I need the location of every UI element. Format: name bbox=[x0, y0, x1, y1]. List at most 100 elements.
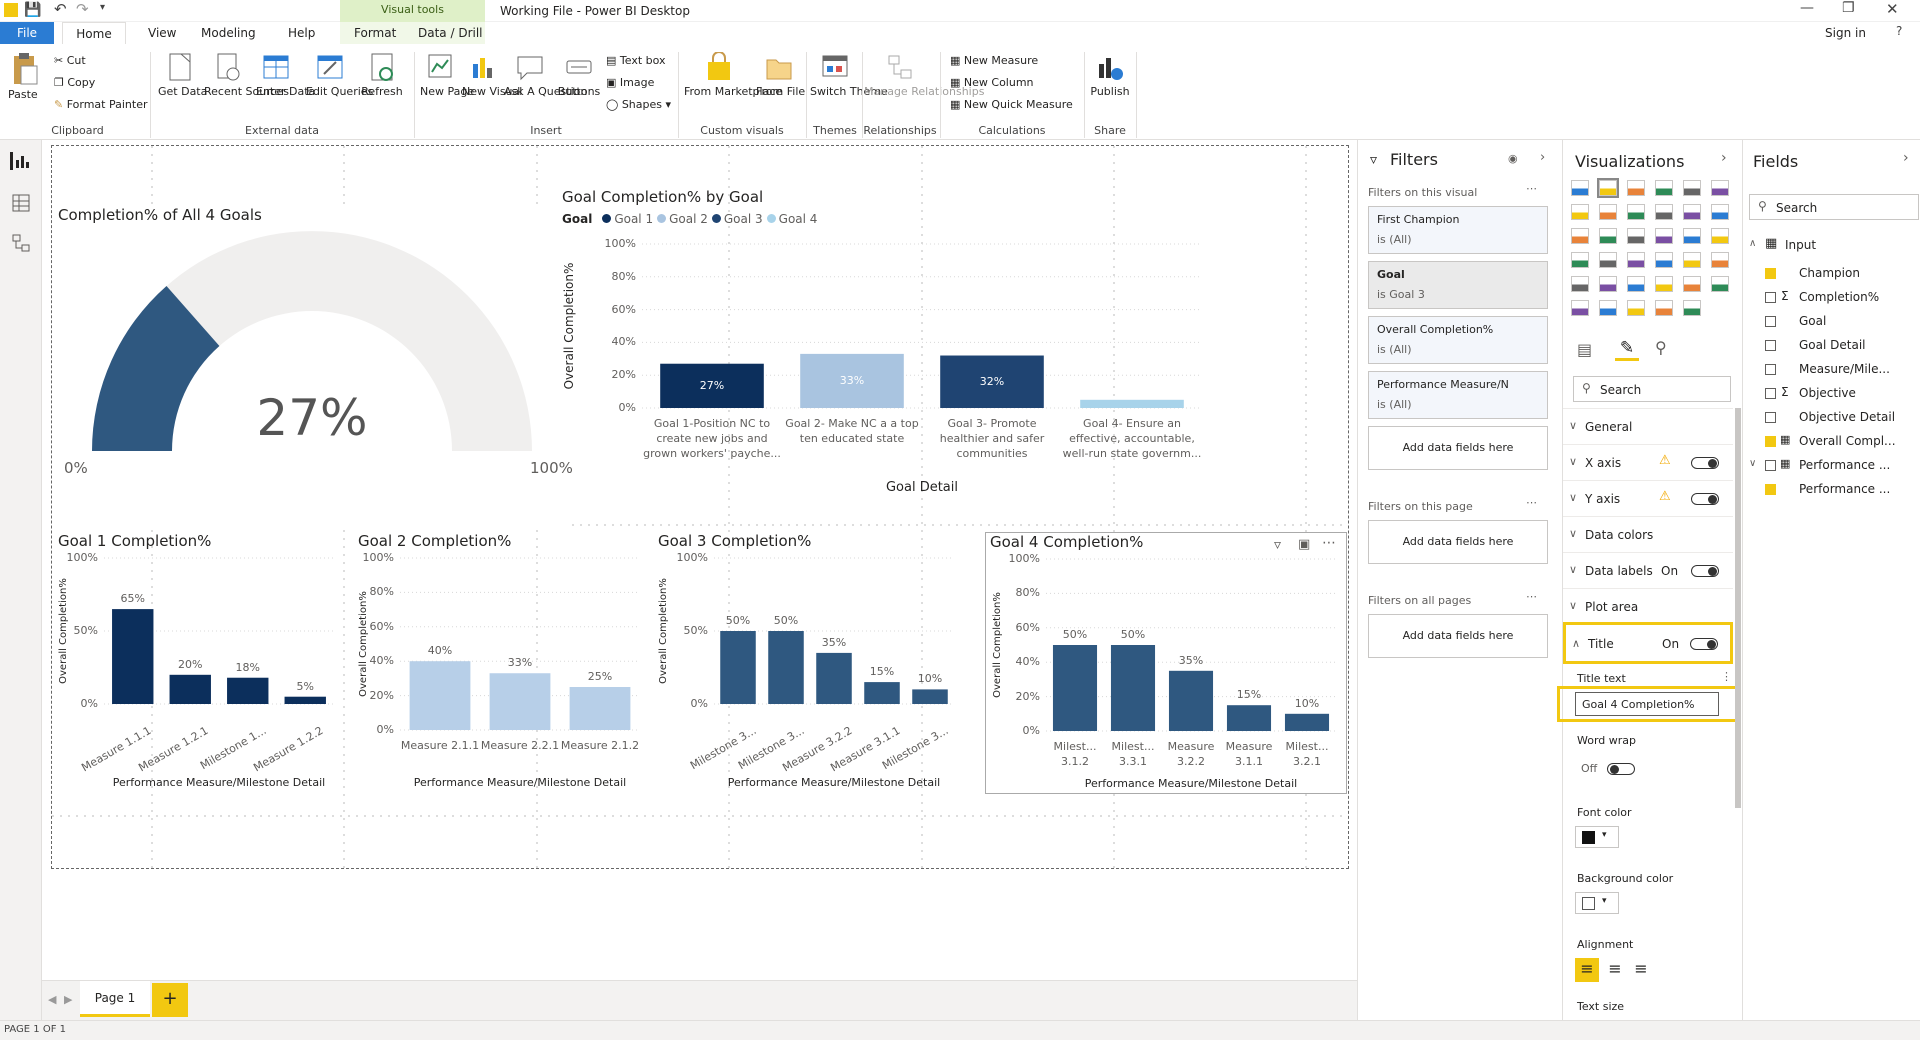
more-options-icon[interactable]: ⋯ bbox=[1526, 496, 1537, 509]
bar[interactable] bbox=[112, 609, 154, 704]
cut-button[interactable]: ✂ Cut bbox=[54, 54, 86, 67]
tab-home[interactable]: Home bbox=[62, 22, 126, 44]
visual-type-icon[interactable] bbox=[1571, 204, 1589, 220]
table-name[interactable]: Input bbox=[1785, 238, 1816, 252]
filter-card[interactable]: Performance Measure/N is (All) bbox=[1368, 371, 1548, 419]
x-axis-section[interactable]: ∨ X axis ⚠ bbox=[1563, 444, 1733, 480]
field-checkbox[interactable] bbox=[1765, 388, 1776, 399]
bar[interactable] bbox=[864, 682, 900, 704]
bar[interactable] bbox=[169, 674, 211, 704]
tab-data-drill[interactable]: Data / Drill bbox=[418, 26, 483, 40]
field-checkbox[interactable] bbox=[1765, 436, 1776, 447]
help-question-icon[interactable]: ? bbox=[1896, 24, 1902, 38]
add-report-filter-drop[interactable]: Add data fields here bbox=[1368, 614, 1548, 658]
field-checkbox[interactable] bbox=[1765, 412, 1776, 423]
ask-question-button[interactable]: Ask A Question bbox=[504, 52, 587, 98]
visual-type-icon[interactable] bbox=[1711, 180, 1729, 196]
add-visual-filter-drop[interactable]: Add data fields here bbox=[1368, 426, 1548, 470]
paint-roller-icon[interactable]: ✎ bbox=[1615, 338, 1639, 361]
data-colors-section[interactable]: ∨ Data colors bbox=[1563, 516, 1733, 552]
refresh-button[interactable]: Refresh bbox=[360, 52, 404, 98]
general-section[interactable]: ∨ General bbox=[1563, 408, 1733, 444]
collapse-filters-icon[interactable]: › bbox=[1540, 150, 1545, 165]
data-view-icon[interactable] bbox=[12, 194, 30, 215]
tab-format[interactable]: Format bbox=[354, 26, 396, 40]
title-toggle[interactable] bbox=[1690, 638, 1718, 650]
get-data-button[interactable]: Get Data bbox=[158, 52, 207, 98]
visual-type-icon[interactable] bbox=[1599, 228, 1617, 244]
visual-type-icon[interactable] bbox=[1627, 180, 1645, 196]
from-marketplace-button[interactable]: From Marketplace bbox=[684, 51, 782, 98]
enter-data-button[interactable]: Enter Data bbox=[256, 52, 315, 98]
field-checkbox[interactable] bbox=[1765, 268, 1776, 279]
report-view-icon[interactable] bbox=[10, 152, 30, 170]
y-axis-section[interactable]: ∨ Y axis ⚠ bbox=[1563, 480, 1733, 516]
align-center-icon[interactable]: ≡ bbox=[1603, 958, 1627, 982]
new-measure-button[interactable]: ▦ New Measure bbox=[950, 54, 1038, 67]
goal-completion-by-goal-chart[interactable]: Goal Completion% by Goal 100% 80% 60% 40% 20%… bbox=[562, 188, 1342, 528]
more-options-icon[interactable]: ⋯ bbox=[1526, 182, 1537, 195]
field-checkbox[interactable] bbox=[1765, 340, 1776, 351]
page-tab[interactable]: Page 1 bbox=[80, 981, 150, 1017]
field-item[interactable]: ▦ Overall Compl... bbox=[1743, 430, 1920, 454]
from-file-button[interactable]: From File bbox=[756, 52, 805, 98]
field-item[interactable]: Goal Detail bbox=[1743, 334, 1920, 358]
field-item[interactable]: Objective Detail bbox=[1743, 406, 1920, 430]
bar[interactable] bbox=[1226, 705, 1272, 731]
field-item[interactable]: ∨ ▦ Performance ... bbox=[1743, 454, 1920, 478]
x-axis-toggle[interactable] bbox=[1691, 457, 1719, 469]
field-checkbox[interactable] bbox=[1765, 316, 1776, 327]
field-checkbox[interactable] bbox=[1765, 292, 1776, 303]
file-tab[interactable]: File bbox=[0, 22, 54, 44]
y-axis-toggle[interactable] bbox=[1691, 493, 1719, 505]
recent-sources-button[interactable]: Recent Sources bbox=[204, 52, 289, 98]
model-view-icon[interactable] bbox=[12, 234, 30, 255]
font-color-picker[interactable]: ▾ bbox=[1575, 826, 1619, 848]
restore-icon[interactable]: ❐ bbox=[1842, 0, 1855, 16]
visual-type-icon[interactable] bbox=[1571, 276, 1589, 292]
visual-type-icon[interactable] bbox=[1627, 276, 1645, 292]
bar[interactable] bbox=[1110, 645, 1156, 731]
bar[interactable] bbox=[227, 677, 269, 704]
shapes-button[interactable]: ◯ Shapes ▾ bbox=[606, 98, 671, 111]
switch-theme-button[interactable]: Switch Theme bbox=[810, 52, 888, 98]
field-item[interactable]: Σ Objective bbox=[1743, 382, 1920, 406]
format-scrollbar[interactable] bbox=[1735, 408, 1741, 808]
visual-type-icon[interactable] bbox=[1599, 252, 1617, 268]
add-page-filter-drop[interactable]: Add data fields here bbox=[1368, 520, 1548, 564]
visual-type-icon[interactable] bbox=[1599, 300, 1617, 316]
add-page-button[interactable]: + bbox=[152, 983, 188, 1017]
tab-help[interactable]: Help bbox=[288, 26, 315, 40]
visual-type-icon[interactable] bbox=[1571, 252, 1589, 268]
visual-type-icon[interactable] bbox=[1655, 276, 1673, 292]
tab-modeling[interactable]: Modeling bbox=[201, 26, 256, 40]
visual-type-icon[interactable] bbox=[1683, 276, 1701, 292]
fields-search-input[interactable]: ⚲ Search bbox=[1749, 194, 1919, 220]
field-item[interactable]: Goal bbox=[1743, 310, 1920, 334]
new-page-button[interactable]: New Page bbox=[420, 52, 474, 98]
collapse-fields-icon[interactable]: › bbox=[1903, 150, 1909, 166]
edit-queries-button[interactable]: Edit Queries bbox=[306, 52, 373, 98]
fields-well-icon[interactable]: ▤ bbox=[1577, 340, 1592, 359]
visual-type-icon[interactable] bbox=[1599, 276, 1617, 292]
visual-type-icon[interactable] bbox=[1711, 204, 1729, 220]
data-labels-section[interactable]: ∨ Data labels On bbox=[1563, 552, 1733, 588]
new-column-button[interactable]: ▦ New Column bbox=[950, 76, 1034, 89]
sign-in-link[interactable]: Sign in bbox=[1825, 26, 1866, 40]
tab-view[interactable]: View bbox=[148, 26, 176, 40]
field-checkbox[interactable] bbox=[1765, 364, 1776, 375]
word-wrap-toggle[interactable] bbox=[1607, 763, 1635, 775]
visual-type-icon[interactable] bbox=[1571, 180, 1589, 196]
bar[interactable] bbox=[912, 689, 948, 704]
visual-type-icon[interactable] bbox=[1599, 204, 1617, 220]
bar[interactable] bbox=[1052, 645, 1098, 731]
quick-access-dropdown-icon[interactable]: ▾ bbox=[100, 2, 105, 13]
data-labels-toggle[interactable] bbox=[1691, 565, 1719, 577]
publish-button[interactable]: Publish bbox=[1088, 52, 1132, 98]
align-right-icon[interactable]: ≡ bbox=[1629, 958, 1653, 982]
bar[interactable] bbox=[1080, 399, 1184, 408]
gauge-visual[interactable]: Completion% of All 4 Goals 27% 0% 100% bbox=[52, 206, 573, 526]
eye-icon[interactable]: ◉ bbox=[1508, 152, 1518, 165]
goal4-completion-chart[interactable]: ▿ ▣ ⋯ Goal 4 Completion% 100% 80% 60% 40% 20%… bbox=[985, 532, 1347, 794]
bar[interactable] bbox=[816, 652, 852, 704]
